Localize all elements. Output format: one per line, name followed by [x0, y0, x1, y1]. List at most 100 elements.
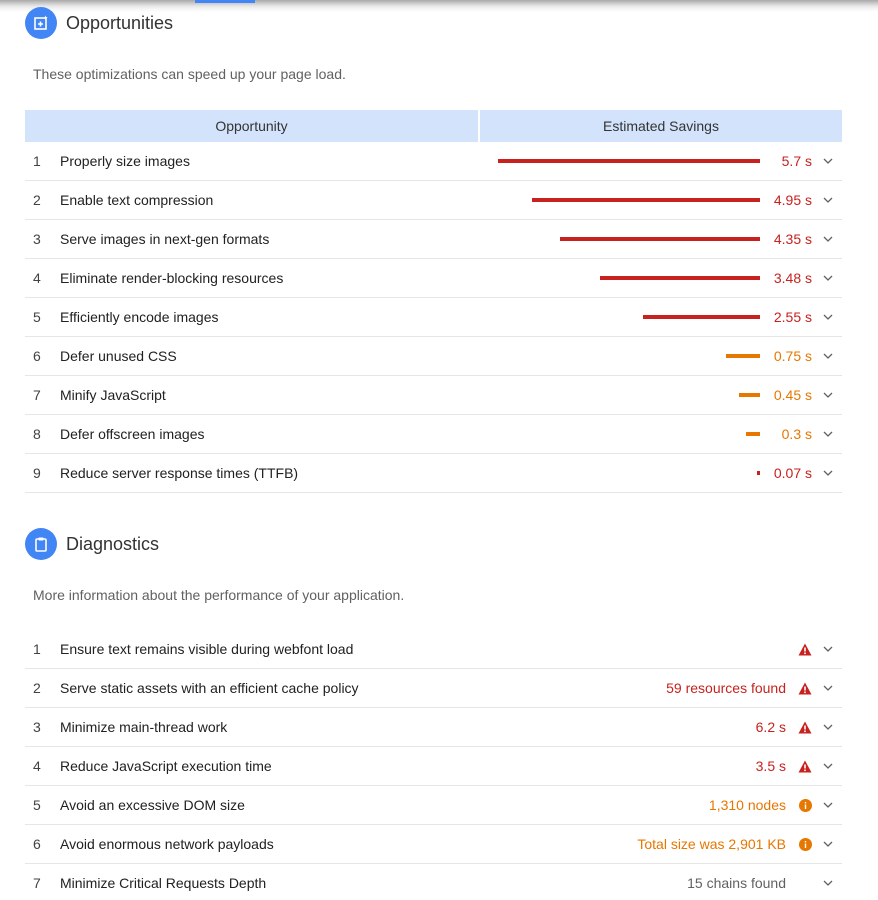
row-index: 7 — [33, 875, 41, 891]
savings-value: 4.95 s — [773, 192, 812, 208]
diagnostic-label: Ensure text remains visible during webfo… — [60, 641, 354, 657]
opportunities-title: Opportunities — [66, 12, 174, 33]
savings-value: 4.35 s — [773, 231, 812, 247]
row-index: 3 — [33, 719, 41, 735]
row-index: 4 — [33, 758, 41, 774]
opportunity-row[interactable]: 2 Enable text compression 4.95 s — [25, 181, 842, 220]
diagnostic-label: Avoid an excessive DOM size — [60, 797, 245, 813]
chevron-down-icon[interactable] — [822, 428, 834, 440]
opportunities-description: These optimizations can speed up your pa… — [33, 66, 346, 82]
diagnostic-row[interactable]: 1 Ensure text remains visible during webf… — [25, 630, 842, 669]
opportunity-row[interactable]: 4 Eliminate render-blocking resources 3.48… — [25, 259, 842, 298]
diagnostic-value: Total size was 2,901 KB — [637, 836, 786, 852]
chevron-down-icon[interactable] — [822, 643, 834, 655]
opportunities-header: Opportunities — [25, 7, 173, 39]
opportunity-icon — [25, 7, 57, 39]
diagnostic-value: 3.5 s — [755, 758, 786, 774]
diagnostic-value: 1,310 nodes — [708, 797, 786, 813]
opportunity-label: Defer offscreen images — [60, 426, 205, 442]
diagnostic-value: 59 resources found — [666, 680, 786, 696]
chevron-down-icon[interactable] — [822, 838, 834, 850]
diagnostic-value: 6.2 s — [755, 719, 786, 735]
opportunity-label: Reduce server response times (TTFB) — [60, 465, 299, 481]
diagnostic-label: Minimize main-thread work — [60, 719, 228, 735]
savings-value: 0.3 s — [781, 426, 812, 442]
opportunity-row[interactable]: 7 Minify JavaScript 0.45 s — [25, 376, 842, 415]
row-index: 2 — [33, 192, 41, 208]
savings-value: 3.48 s — [773, 270, 812, 286]
savings-value: 0.07 s — [773, 465, 812, 481]
opportunity-row[interactable]: 6 Defer unused CSS 0.75 s — [25, 337, 842, 376]
warning-triangle-icon — [798, 720, 812, 734]
savings-bar — [560, 237, 760, 241]
chevron-down-icon[interactable] — [822, 467, 834, 479]
row-index: 1 — [33, 153, 41, 169]
diagnostic-label: Reduce JavaScript execution time — [60, 758, 272, 774]
chevron-down-icon[interactable] — [822, 272, 834, 284]
opportunity-row[interactable]: 1 Properly size images 5.7 s — [25, 142, 842, 181]
savings-bar — [757, 471, 760, 475]
opportunity-label: Defer unused CSS — [60, 348, 177, 364]
chevron-down-icon[interactable] — [822, 721, 834, 733]
opportunity-label: Eliminate render-blocking resources — [60, 270, 284, 286]
savings-value: 2.55 s — [773, 309, 812, 325]
chevron-down-icon[interactable] — [822, 194, 834, 206]
diagnostic-row[interactable]: 6 Avoid enormous network payloads Total si… — [25, 825, 842, 864]
diagnostic-row[interactable]: 4 Reduce JavaScript execution time 3.5 s — [25, 747, 842, 786]
savings-bar — [746, 432, 760, 436]
savings-bar — [643, 315, 760, 319]
chevron-down-icon[interactable] — [822, 155, 834, 167]
savings-value: 0.75 s — [773, 348, 812, 364]
warning-triangle-icon — [798, 681, 812, 695]
opportunities-table-header: Opportunity Estimated Savings — [25, 110, 842, 142]
info-circle-icon — [798, 837, 812, 851]
diagnostic-label: Serve static assets with an efficient ca… — [60, 680, 359, 696]
column-header-estimated-savings: Estimated Savings — [480, 110, 842, 142]
opportunity-label: Properly size images — [60, 153, 190, 169]
diagnostics-header: Diagnostics — [25, 528, 159, 560]
chevron-down-icon[interactable] — [822, 389, 834, 401]
diagnostic-row[interactable]: 7 Minimize Critical Requests Depth 15 chai… — [25, 864, 842, 900]
row-index: 5 — [33, 797, 41, 813]
diagnostic-label: Minimize Critical Requests Depth — [60, 875, 267, 891]
row-index: 8 — [33, 426, 41, 442]
row-index: 1 — [33, 641, 41, 657]
savings-value: 0.45 s — [773, 387, 812, 403]
diagnostics-description: More information about the performance o… — [33, 587, 405, 603]
info-circle-icon — [798, 798, 812, 812]
opportunity-row[interactable]: 9 Reduce server response times (TTFB) 0.07… — [25, 454, 842, 493]
warning-triangle-icon — [798, 759, 812, 773]
row-index: 7 — [33, 387, 41, 403]
diagnostics-table: 1 Ensure text remains visible during webf… — [25, 630, 842, 900]
chevron-down-icon[interactable] — [822, 799, 834, 811]
chevron-down-icon[interactable] — [822, 877, 834, 889]
diagnostic-row[interactable]: 3 Minimize main-thread work 6.2 s — [25, 708, 842, 747]
row-index: 5 — [33, 309, 41, 325]
diagnostic-label: Avoid enormous network payloads — [60, 836, 274, 852]
diagnostic-row[interactable]: 5 Avoid an excessive DOM size 1,310 nodes — [25, 786, 842, 825]
warning-triangle-icon — [798, 642, 812, 656]
chevron-down-icon[interactable] — [822, 233, 834, 245]
diagnostic-value: 15 chains found — [687, 875, 786, 891]
chevron-down-icon[interactable] — [822, 682, 834, 694]
chevron-down-icon[interactable] — [822, 350, 834, 362]
row-index: 6 — [33, 836, 41, 852]
savings-bar — [600, 276, 760, 280]
savings-bar — [498, 159, 760, 163]
row-index: 9 — [33, 465, 41, 481]
opportunity-row[interactable]: 5 Efficiently encode images 2.55 s — [25, 298, 842, 337]
opportunity-label: Efficiently encode images — [60, 309, 219, 325]
chevron-down-icon[interactable] — [822, 311, 834, 323]
opportunity-label: Minify JavaScript — [60, 387, 166, 403]
opportunity-row[interactable]: 8 Defer offscreen images 0.3 s — [25, 415, 842, 454]
row-index: 2 — [33, 680, 41, 696]
opportunities-table: Opportunity Estimated Savings 1 Properly … — [25, 110, 842, 493]
opportunity-row[interactable]: 3 Serve images in next-gen formats 4.35 s — [25, 220, 842, 259]
diagnostic-row[interactable]: 2 Serve static assets with an efficient c… — [25, 669, 842, 708]
column-header-opportunity: Opportunity — [25, 110, 478, 142]
savings-bar — [532, 198, 760, 202]
chevron-down-icon[interactable] — [822, 760, 834, 772]
opportunity-label: Enable text compression — [60, 192, 214, 208]
clipboard-icon — [25, 528, 57, 560]
row-index: 3 — [33, 231, 41, 247]
